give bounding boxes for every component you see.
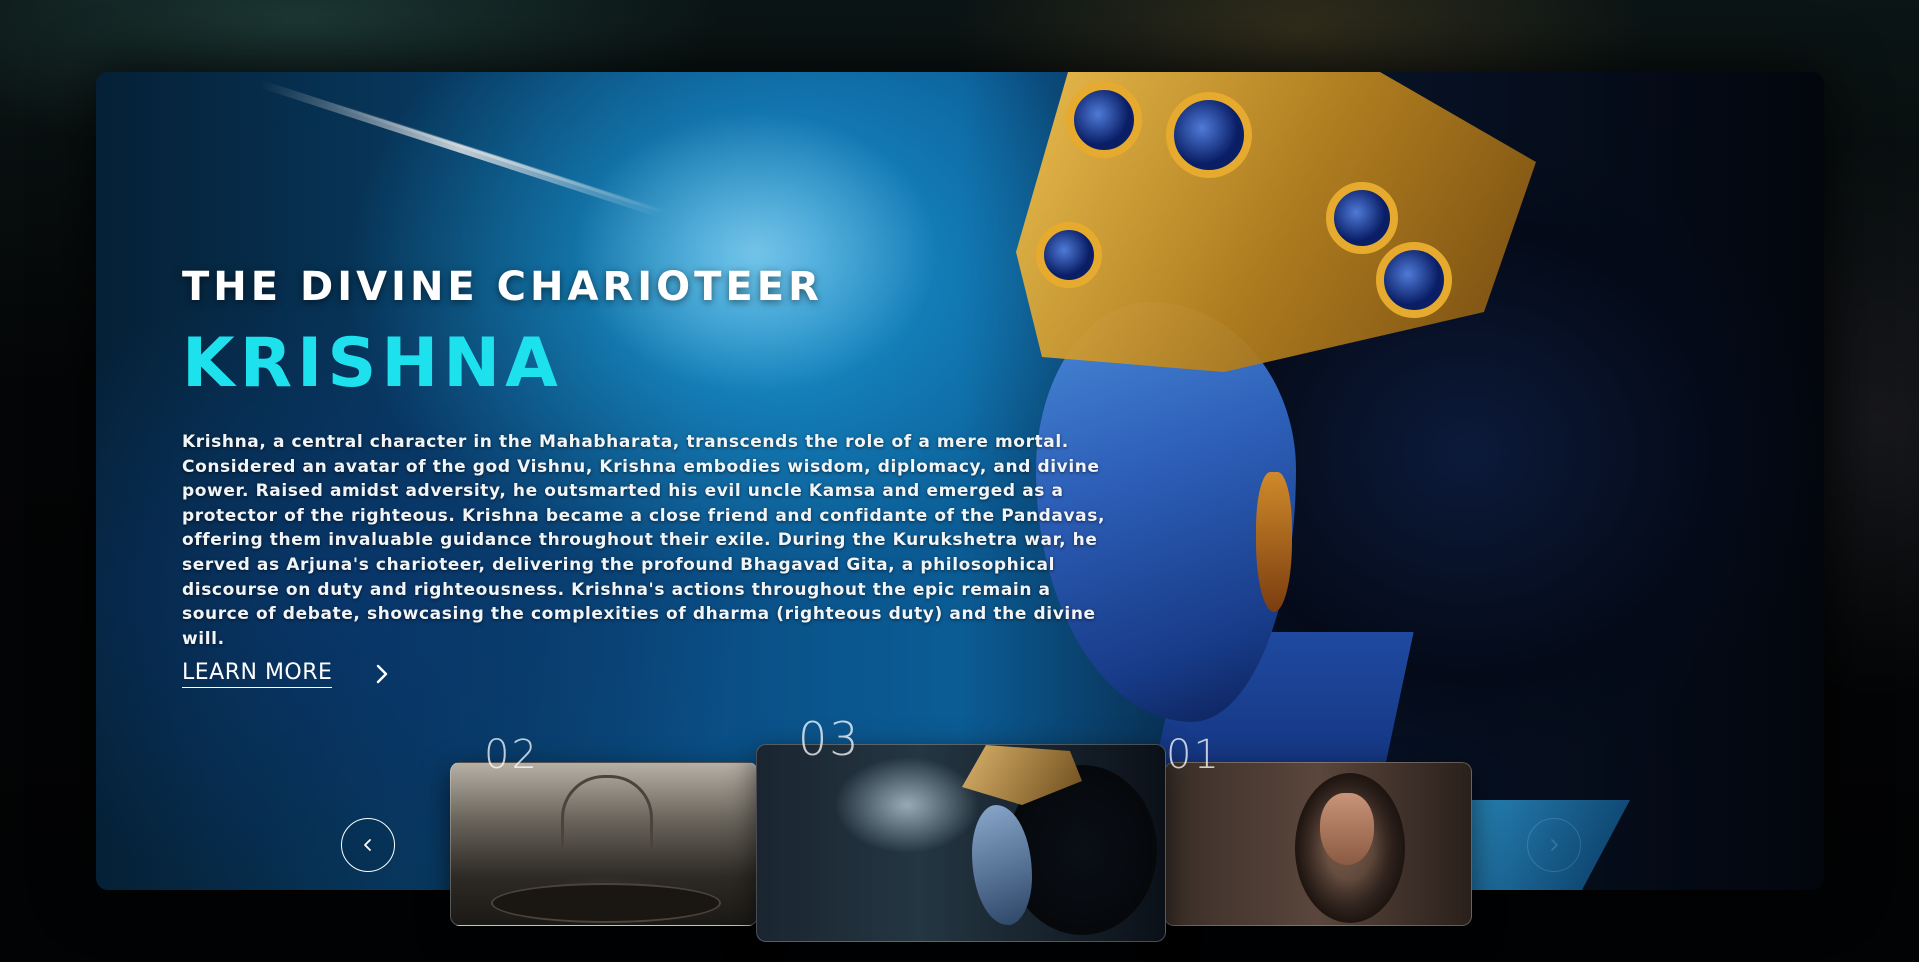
hero-title: KRISHNA [182, 324, 563, 403]
crown-gem [1326, 182, 1398, 254]
crown-gem [1166, 92, 1252, 178]
portrait-earring [1256, 472, 1292, 612]
thumbnail-fountain [491, 883, 721, 923]
chevron-left-icon [364, 839, 371, 851]
slide-thumbnail[interactable] [1164, 762, 1472, 926]
thumbnail-arch [561, 775, 653, 848]
learn-more-label[interactable]: LEARN MORE [182, 660, 333, 688]
thumbnail-number-active: 03 [798, 712, 861, 766]
chevron-right-icon[interactable] [372, 664, 392, 684]
slide-thumbnail-active[interactable] [756, 744, 1166, 942]
thumbnail-number: 02 [484, 732, 539, 778]
thumbnail-face [1320, 793, 1374, 865]
crown-gem [1066, 82, 1142, 158]
hero-description: Krishna, a central character in the Maha… [182, 432, 1106, 649]
hero-subtitle: THE DIVINE CHARIOTEER [182, 264, 823, 310]
hero-content: THE DIVINE CHARIOTEER KRISHNA Krishna, a… [182, 264, 1142, 651]
thumbnail-number: 01 [1166, 732, 1221, 778]
crown-gem [1376, 242, 1452, 318]
slide-thumbnail[interactable] [450, 762, 758, 926]
prev-slide-button[interactable] [341, 818, 395, 872]
learn-more-link[interactable]: LEARN MORE [182, 660, 392, 688]
